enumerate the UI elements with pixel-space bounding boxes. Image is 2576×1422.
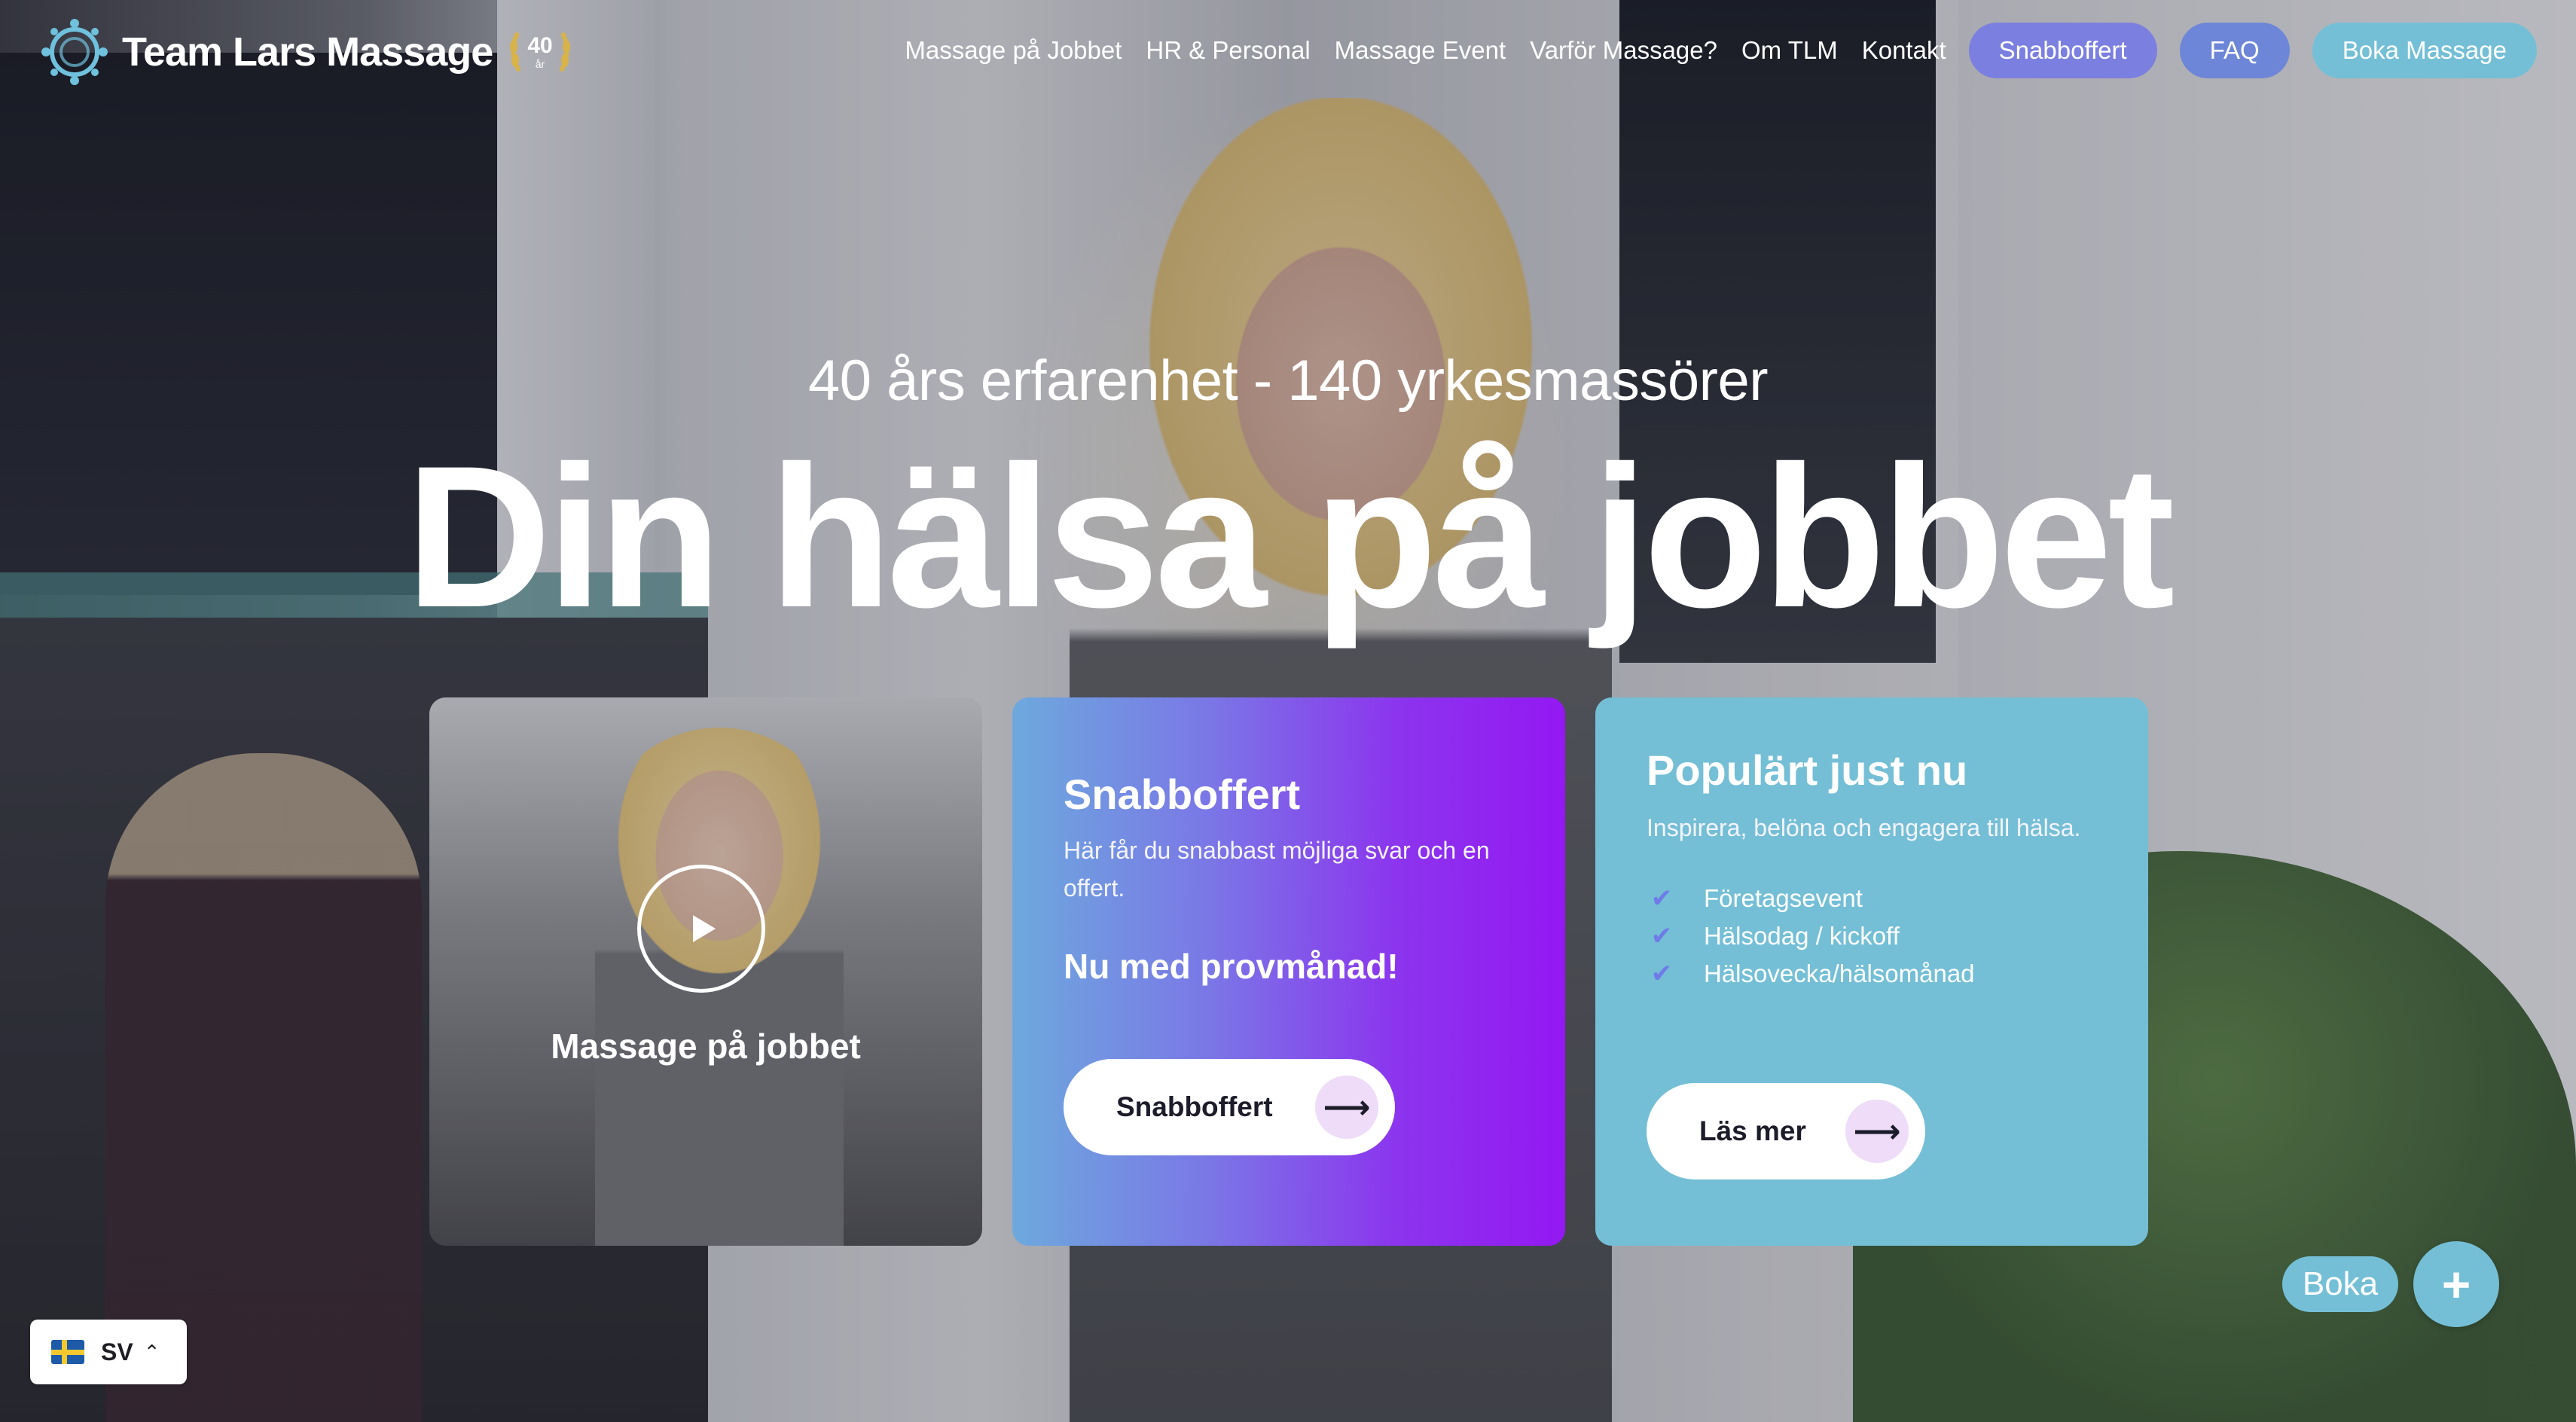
list-item: ✔ Hälsodag / kickoff [1647, 917, 1975, 955]
faq-button[interactable]: FAQ [2179, 23, 2290, 78]
boka-massage-button[interactable]: Boka Massage [2312, 23, 2537, 78]
hero-title: Din hälsa på jobbet [405, 423, 2175, 649]
snabboffert-button[interactable]: Snabboffert [1968, 23, 2157, 78]
language-code: SV [101, 1338, 133, 1366]
nav-link-massage-event[interactable]: Massage Event [1335, 36, 1506, 65]
boka-floating-label[interactable]: Boka [2282, 1256, 2398, 1312]
chevron-up-icon: ⌃ [143, 1340, 160, 1363]
popular-card: Populärt just nu Inspirera, belöna och e… [1595, 697, 2148, 1246]
logo[interactable]: Team Lars Massage 40 år [39, 17, 575, 87]
nav-link-kontakt[interactable]: Kontakt [1862, 36, 1946, 65]
provmanad-highlight: Nu med provmånad! [1064, 947, 1399, 986]
snabboffert-card-button-label: Snabboffert [1116, 1091, 1273, 1122]
popular-card-text: Inspirera, belöna och engagera till häls… [1647, 814, 2081, 841]
check-icon: ✔ [1650, 884, 1673, 913]
list-item: ✔ Företagsevent [1647, 880, 1975, 917]
nav-link-hr-personal[interactable]: HR & Personal [1146, 36, 1310, 65]
snabboffert-card-heading: Snabboffert [1064, 771, 1301, 818]
play-icon[interactable] [637, 865, 765, 993]
video-card[interactable]: Massage på jobbet [429, 697, 982, 1246]
nav-link-om-tlm[interactable]: Om TLM [1741, 36, 1838, 65]
site-header: Team Lars Massage 40 år Massage på Jobbe… [0, 0, 2576, 105]
video-card-label: Massage på jobbet [551, 1027, 861, 1066]
check-icon: ✔ [1650, 922, 1673, 951]
snabboffert-card-text: Här får du snabbast möjliga svar och en … [1064, 837, 1490, 902]
plus-icon[interactable]: + [2413, 1241, 2499, 1327]
badge-sub: år [536, 58, 545, 70]
popular-card-heading: Populärt just nu [1647, 746, 1968, 794]
nav-link-massage-pa-jobbet[interactable]: Massage på Jobbet [905, 36, 1122, 65]
las-mer-button[interactable]: Läs mer ⟶ [1647, 1083, 1925, 1179]
check-icon: ✔ [1650, 960, 1673, 988]
language-selector[interactable]: SV ⌃ [30, 1320, 187, 1384]
nav-link-varfor-massage[interactable]: Varför Massage? [1530, 36, 1717, 65]
swedish-flag-icon [51, 1340, 84, 1364]
popular-list: ✔ Företagsevent ✔ Hälsodag / kickoff ✔ H… [1647, 880, 1975, 993]
las-mer-button-label: Läs mer [1699, 1115, 1806, 1146]
logo-icon [39, 17, 110, 87]
main-navigation: Massage på Jobbet HR & Personal Massage … [905, 23, 2537, 78]
anniversary-badge-icon: 40 år [505, 17, 575, 87]
hero-subtitle: 40 års erfarenhet - 140 yrkesmassörer [807, 349, 1769, 413]
arrow-right-icon: ⟶ [1845, 1100, 1909, 1163]
badge-number: 40 [528, 33, 553, 58]
logo-text: Team Lars Massage [122, 29, 493, 75]
arrow-right-icon: ⟶ [1315, 1076, 1378, 1139]
list-item: ✔ Hälsovecka/hälsomånad [1647, 955, 1975, 993]
snabboffert-card: Snabboffert Här får du snabbast möjliga … [1012, 697, 1565, 1246]
snabboffert-card-button[interactable]: Snabboffert ⟶ [1064, 1059, 1395, 1155]
